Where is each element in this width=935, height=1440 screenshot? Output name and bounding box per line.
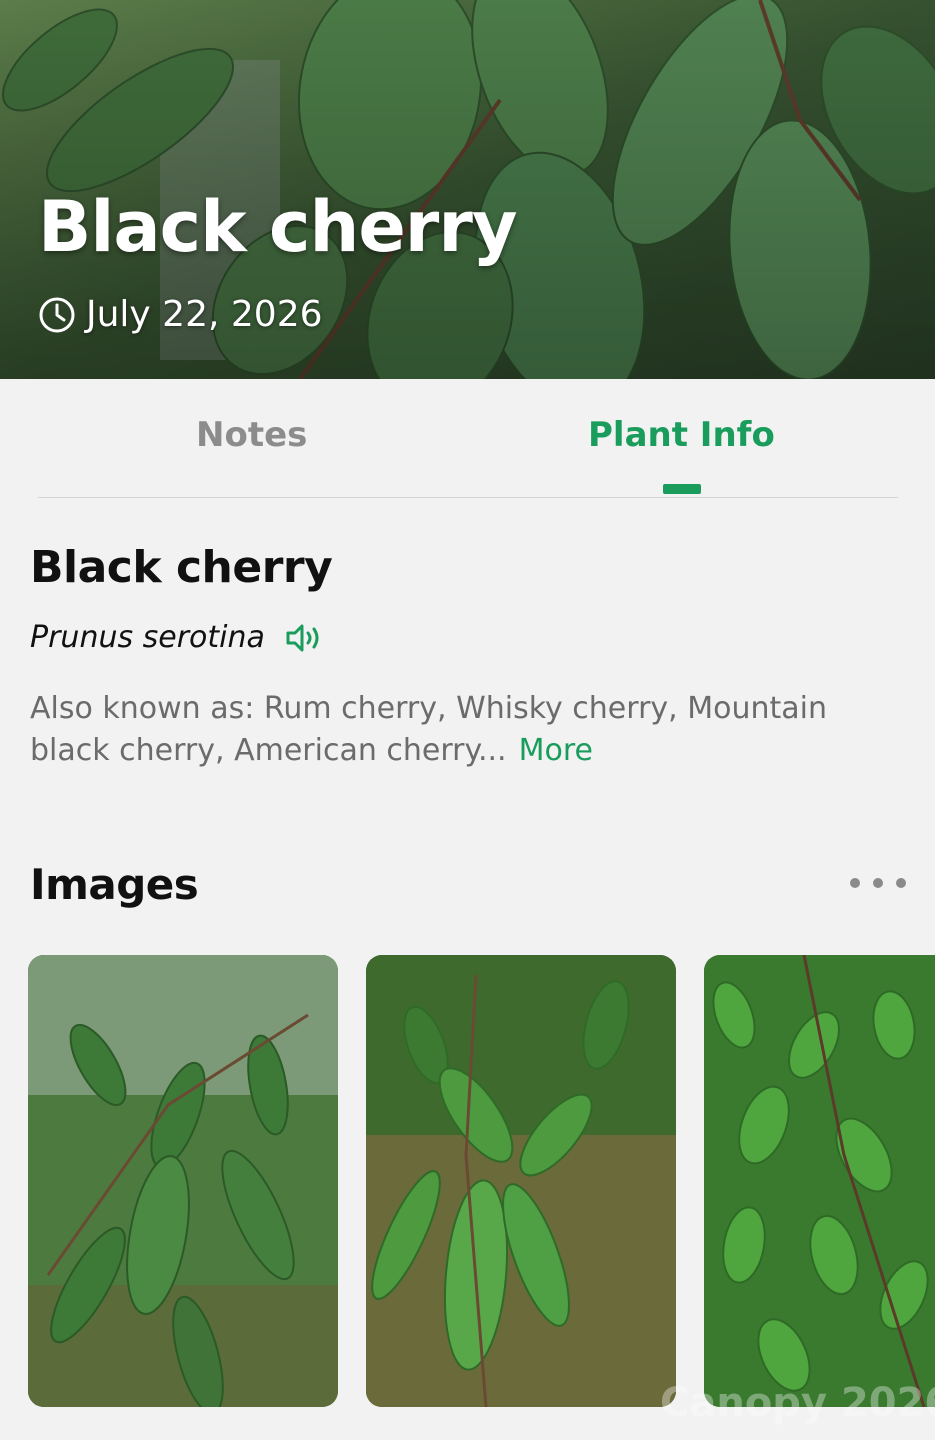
more-link[interactable]: More [519,733,593,768]
dot [850,878,860,888]
scientific-name-row: Prunus serotina [30,620,323,655]
tab-divider [38,497,898,498]
dot [896,878,906,888]
date-label: July 22, 2026 [86,294,323,335]
hero-date: July 22, 2026 [38,294,323,335]
also-known-as: Also known as: Rum cherry, Whisky cherry… [30,688,910,772]
hero-header: Black cherry July 22, 2026 [0,0,935,379]
images-heading: Images [30,860,199,909]
thumbnail-photo [704,955,935,1407]
tab-notes[interactable]: Notes [196,415,307,455]
plant-common-name: Black cherry [30,542,333,593]
also-known-as-text: Also known as: Rum cherry, Whisky cherry… [30,691,827,768]
dot [873,878,883,888]
thumbnail-photo [28,955,338,1407]
plant-detail-screen: Black cherry July 22, 2026 Notes Plant I… [0,0,935,1440]
hero-title: Black cherry [38,186,517,268]
more-dots-icon[interactable] [850,872,906,894]
image-thumbnail-3[interactable] [704,955,935,1407]
speaker-icon[interactable] [285,621,323,655]
image-thumbnail-2[interactable] [366,955,676,1407]
tab-bar: Notes Plant Info [0,379,935,498]
active-tab-indicator [663,484,701,494]
thumbnail-photo [366,955,676,1407]
clock-icon [39,297,75,332]
image-thumbnail-1[interactable] [28,955,338,1407]
plant-scientific-name: Prunus serotina [30,620,265,655]
watermark: Canopy 2026 [660,1380,935,1426]
tab-plant-info[interactable]: Plant Info [588,415,775,455]
